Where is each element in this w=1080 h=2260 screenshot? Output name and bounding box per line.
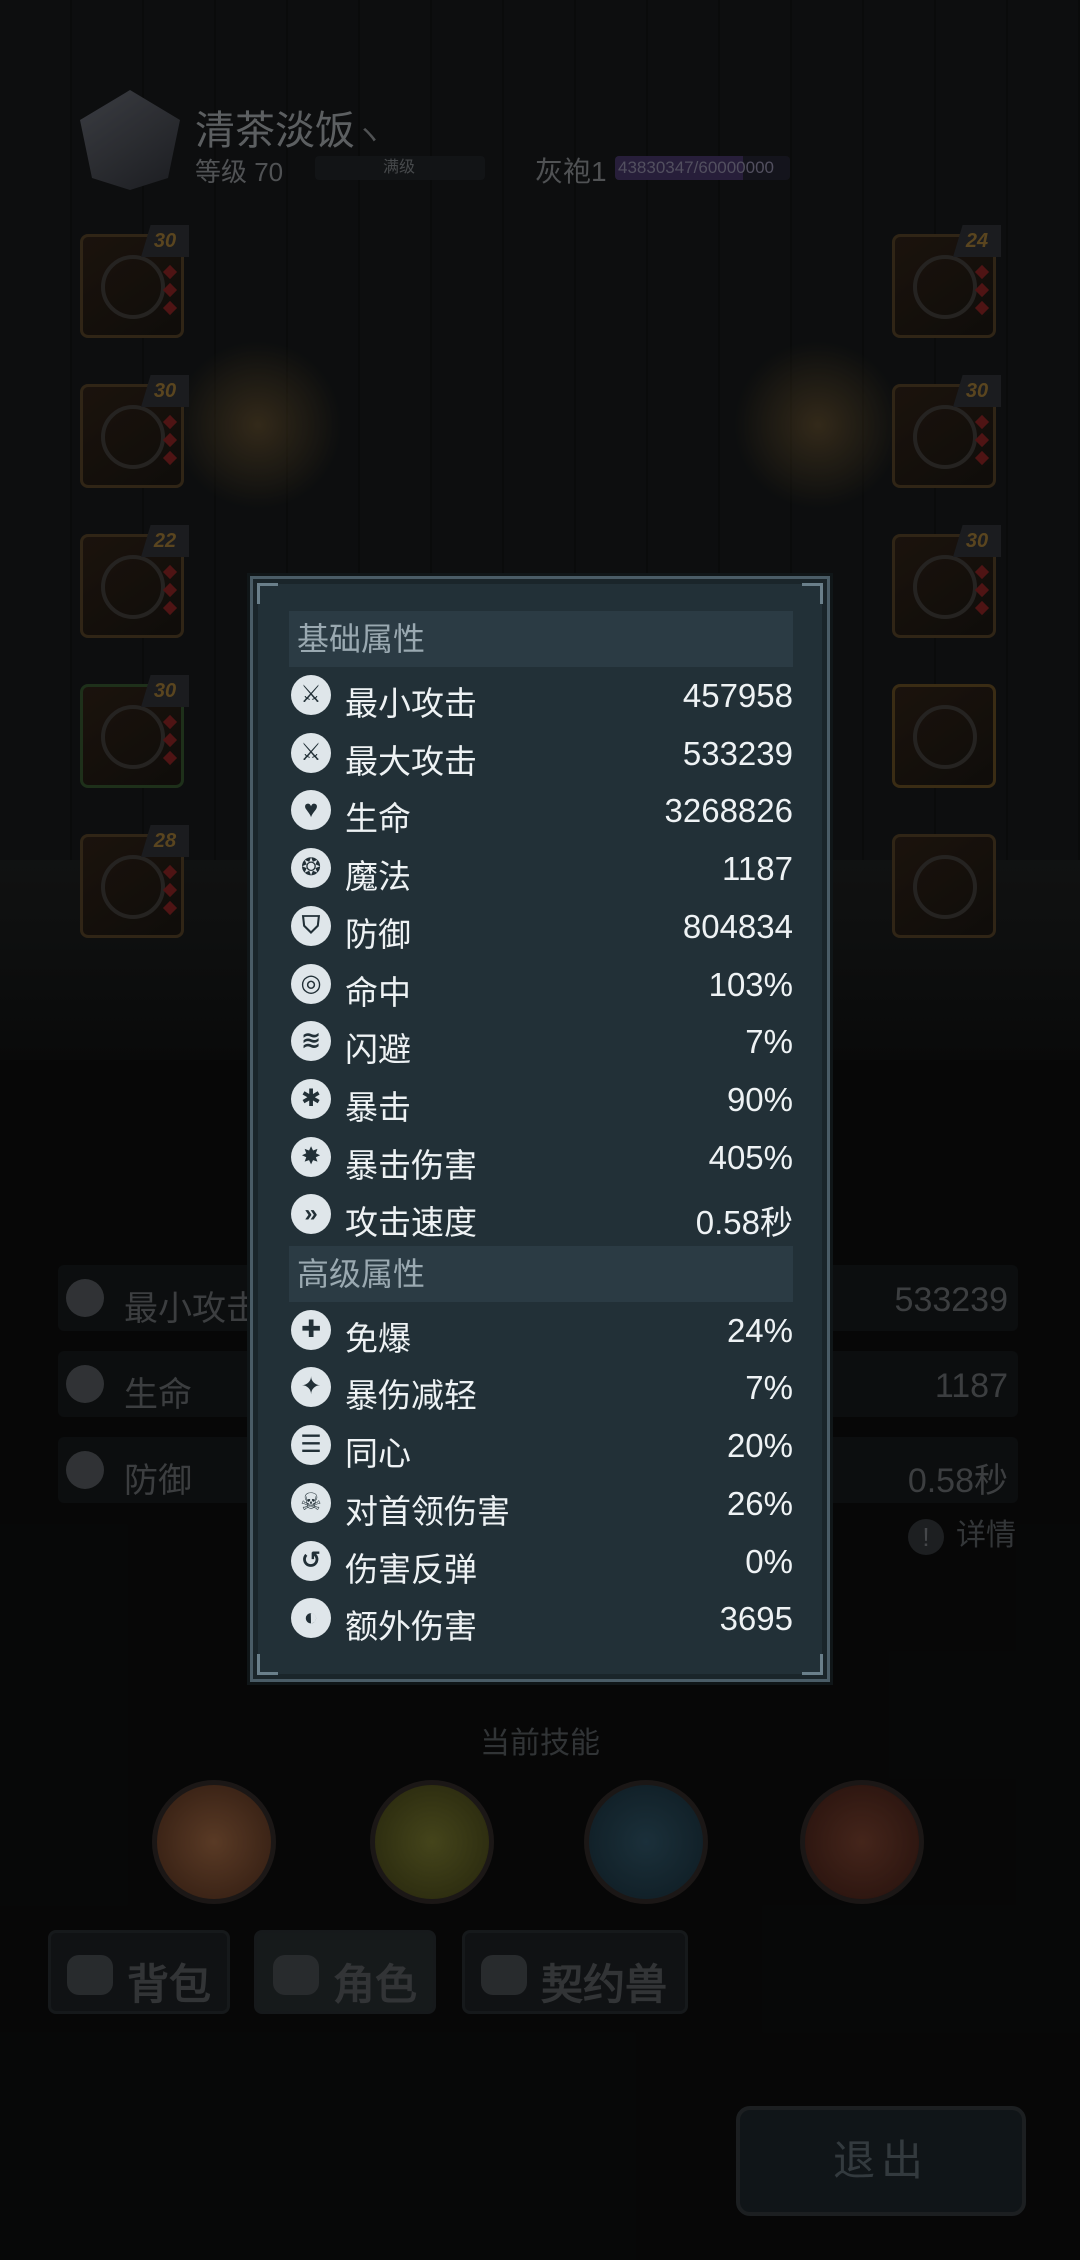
stat-value: 1187 <box>722 850 793 888</box>
stat-value: 457958 <box>682 677 793 714</box>
target-icon: ◎ <box>291 963 331 1004</box>
scroll-icon: ☰ <box>291 1425 331 1466</box>
stat-row: ≋ 闪避 7% <box>289 1013 793 1069</box>
stat-value: 0.58秒 <box>695 1204 793 1242</box>
stat-label: 暴伤减轻 <box>345 1377 477 1415</box>
stat-label: 免爆 <box>345 1319 411 1357</box>
crit-immune-icon: ✚ <box>291 1309 331 1350</box>
stat-value: 3695 <box>719 1600 793 1638</box>
stat-value: 0% <box>745 1542 793 1580</box>
stat-row: ⛉ 防御 804834 <box>289 898 793 954</box>
section-header-advanced: 高级属性 <box>289 1246 793 1302</box>
stat-row: ✸ 暴击伤害 405% <box>289 1129 793 1185</box>
stat-value: 405% <box>708 1138 793 1176</box>
stat-value: 3268826 <box>664 792 793 830</box>
corner-ornament <box>802 583 823 604</box>
stat-row: ◎ 命中 103% <box>289 956 793 1012</box>
stat-row: ✚ 免爆 24% <box>289 1302 793 1358</box>
stat-label: 额外伤害 <box>345 1608 477 1646</box>
stat-value: 103% <box>708 965 793 1003</box>
stat-row: ↺ 伤害反弹 0% <box>289 1533 793 1589</box>
heart-icon: ♥ <box>291 790 331 831</box>
stat-label: 对首领伤害 <box>345 1492 510 1530</box>
stat-row: ❂ 魔法 1187 <box>289 840 793 896</box>
shield-icon: ⛉ <box>291 905 331 946</box>
stat-label: 同心 <box>345 1435 411 1473</box>
stat-row: ⚔ 最小攻击 457958 <box>289 667 793 723</box>
stat-value: 804834 <box>682 907 793 945</box>
stat-value: 533239 <box>682 734 793 772</box>
attributes-panel: 基础属性 ⚔ 最小攻击 457958 ⚔ 最大攻击 533239 ♥ 生命 3268826 ❂ 魔法… <box>250 576 830 1682</box>
stat-row: ☰ 同心 20% <box>289 1417 793 1473</box>
stat-label: 生命 <box>345 800 411 838</box>
stat-label: 攻击速度 <box>345 1204 477 1242</box>
stat-row: ✱ 暴击 90% <box>289 1071 793 1127</box>
stat-label: 闪避 <box>345 1031 411 1069</box>
stat-label: 最小攻击 <box>345 685 477 722</box>
dodge-wind-icon: ≋ <box>291 1021 331 1062</box>
reflect-icon: ↺ <box>291 1540 331 1581</box>
crit-burst-icon: ✸ <box>291 1136 331 1177</box>
stat-label: 暴击 <box>345 1088 411 1126</box>
corner-ornament <box>257 583 278 604</box>
sword-icon: ⚔ <box>291 675 331 715</box>
stat-value: 7% <box>745 1369 793 1407</box>
stat-row: ⚔ 最大攻击 533239 <box>289 725 793 781</box>
stat-row: ✦ 暴伤减轻 7% <box>289 1359 793 1415</box>
stat-label: 伤害反弹 <box>345 1550 477 1588</box>
stat-row: » 攻击速度 0.58秒 <box>289 1186 793 1242</box>
boss-skull-icon: ☠ <box>291 1482 331 1523</box>
stat-value: 90% <box>726 1080 793 1118</box>
stat-row: ☠ 对首领伤害 26% <box>289 1475 793 1531</box>
corner-ornament <box>257 1654 278 1675</box>
attack-speed-icon: » <box>291 1194 331 1235</box>
stat-label: 命中 <box>345 973 411 1011</box>
stat-label: 防御 <box>345 915 411 953</box>
stat-label: 魔法 <box>345 858 411 896</box>
section-header-basic: 基础属性 <box>289 611 793 667</box>
stat-row: ◐ 额外伤害 3695 <box>289 1590 793 1646</box>
extra-damage-icon: ◐ <box>291 1598 331 1639</box>
stat-value: 20% <box>726 1427 793 1465</box>
stat-value: 24% <box>726 1311 793 1349</box>
stat-value: 7% <box>745 1023 793 1061</box>
corner-ornament <box>802 1654 823 1675</box>
sword-icon: ⚔ <box>291 732 331 773</box>
stat-label: 暴击伤害 <box>345 1146 477 1184</box>
stat-label: 最大攻击 <box>345 742 477 780</box>
crit-claw-icon: ✱ <box>291 1078 331 1119</box>
stat-value: 26% <box>726 1484 793 1522</box>
crit-reduce-icon: ✦ <box>291 1367 331 1408</box>
stat-row: ♥ 生命 3268826 <box>289 782 793 838</box>
magic-swirl-icon: ❂ <box>291 848 331 889</box>
